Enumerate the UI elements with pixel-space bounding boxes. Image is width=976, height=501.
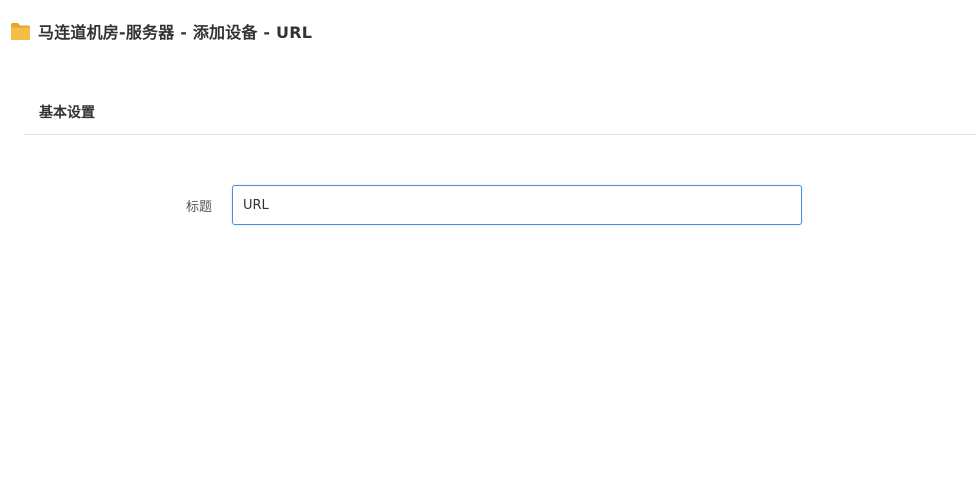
- title-label: 标题: [185, 200, 212, 215]
- folder-icon: [10, 22, 31, 41]
- title-input[interactable]: [232, 185, 802, 225]
- page-header: 马连道机房-服务器 - 添加设备 - URL: [10, 18, 312, 44]
- page-title: 马连道机房-服务器 - 添加设备 - URL: [38, 23, 313, 42]
- title-form-row: 标题: [0, 185, 976, 225]
- basic-settings-section: 基本设置: [24, 88, 976, 135]
- section-title: 基本设置: [39, 105, 95, 121]
